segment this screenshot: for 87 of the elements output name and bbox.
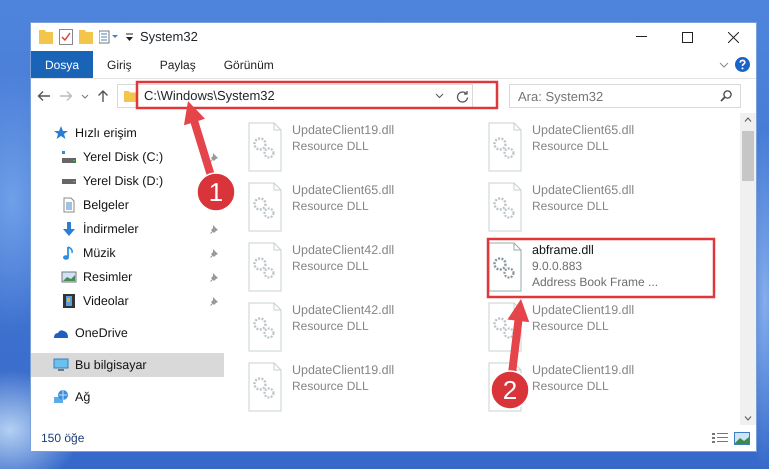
- scroll-down-icon[interactable]: [744, 416, 752, 421]
- maximize-icon: [682, 32, 692, 42]
- customize-icon[interactable]: [99, 30, 119, 44]
- search-field[interactable]: Ara: System32: [509, 84, 741, 108]
- file-name[interactable]: UpdateClient65.dll: [532, 122, 634, 138]
- pin-icon[interactable]: [210, 272, 220, 282]
- file-detail: Resource DLL: [292, 138, 370, 154]
- pin-icon[interactable]: [210, 224, 220, 234]
- file-name[interactable]: UpdateClient19.dll: [532, 362, 634, 378]
- toolbar-menu-icon[interactable]: [125, 32, 134, 42]
- dll-file-icon: [486, 122, 524, 172]
- item-count: 150 öğe: [41, 430, 84, 447]
- pin-icon[interactable]: [210, 248, 220, 258]
- download-icon: [61, 221, 77, 237]
- sidebar-item[interactable]: Videolar: [61, 289, 129, 313]
- pin-icon[interactable]: [210, 296, 220, 306]
- large-icons-view-icon[interactable]: [734, 432, 750, 444]
- address-field[interactable]: C:\Windows\System32: [117, 84, 473, 108]
- file-name[interactable]: UpdateClient42.dll: [292, 302, 394, 318]
- scrollbar[interactable]: [740, 113, 756, 425]
- file-name[interactable]: UpdateClient65.dll: [292, 182, 394, 198]
- dll-file-icon: [246, 122, 284, 172]
- star-icon: [53, 125, 69, 141]
- file-detail: Resource DLL: [292, 318, 370, 334]
- file-name[interactable]: UpdateClient19.dll: [292, 362, 394, 378]
- ribbon-tab[interactable]: Dosya: [31, 51, 94, 78]
- dll-file-icon: [246, 182, 284, 232]
- up-icon[interactable]: [97, 89, 109, 103]
- file-name[interactable]: abframe.dll: [532, 242, 658, 258]
- pin-icon[interactable]: [210, 152, 220, 162]
- file-detail: Address Book Frame ...: [532, 274, 658, 290]
- file-name[interactable]: UpdateClient19.dll: [292, 122, 394, 138]
- scroll-thumb[interactable]: [742, 131, 754, 181]
- network-icon: [53, 389, 69, 405]
- back-icon[interactable]: [37, 90, 51, 102]
- file-detail: Resource DLL: [292, 378, 370, 394]
- drive-icon: [61, 178, 77, 184]
- file-name[interactable]: UpdateClient65.dll: [532, 182, 634, 198]
- ribbon-tab[interactable]: Görünüm: [210, 51, 288, 78]
- minimize-icon: [636, 36, 646, 38]
- file-detail: Resource DLL: [292, 198, 370, 214]
- help-icon[interactable]: [735, 57, 750, 72]
- expand-ribbon-icon[interactable]: [719, 62, 729, 68]
- sidebar-item[interactable]: Yerel Disk (D:): [61, 169, 164, 193]
- sidebar-item[interactable]: Müzik: [61, 241, 116, 265]
- sidebar-item[interactable]: Hızlı erişim: [53, 121, 137, 145]
- recent-locations-icon[interactable]: [81, 94, 89, 98]
- file-detail: Resource DLL: [532, 138, 610, 154]
- sidebar-item[interactable]: Ağ: [53, 385, 90, 409]
- file-detail: Resource DLL: [292, 258, 370, 274]
- step-marker: [490, 370, 530, 410]
- sidebar-item[interactable]: İndirmeler: [61, 217, 139, 241]
- dll-file-icon: [246, 302, 284, 352]
- dll-file-icon: [486, 182, 524, 232]
- step-marker: [196, 172, 236, 212]
- details-view-icon[interactable]: [712, 432, 728, 444]
- file-detail: Resource DLL: [532, 318, 610, 334]
- file-detail: 9.0.0.883: [532, 258, 584, 274]
- document-icon: [61, 197, 77, 213]
- address-path: C:\Windows\System32: [144, 87, 275, 106]
- image-icon: [61, 269, 77, 285]
- dll-file-icon: [246, 362, 284, 412]
- file-name[interactable]: UpdateClient19.dll: [532, 302, 634, 318]
- ribbon-tab[interactable]: Paylaş: [146, 51, 210, 78]
- sidebar-item[interactable]: Yerel Disk (C:): [61, 145, 164, 169]
- scroll-up-icon[interactable]: [744, 117, 752, 122]
- monitor-icon: [53, 357, 69, 373]
- sidebar-item[interactable]: Bu bilgisayar: [31, 353, 224, 377]
- file-detail: Resource DLL: [532, 198, 610, 214]
- refresh-icon[interactable]: [456, 90, 469, 102]
- sidebar-item[interactable]: Resimler: [61, 265, 132, 289]
- folder-icon: [39, 29, 53, 45]
- ribbon-tab[interactable]: Giriş: [93, 51, 146, 78]
- step-number: 2: [502, 375, 518, 405]
- file-name[interactable]: UpdateClient42.dll: [292, 242, 394, 258]
- sidebar-item[interactable]: OneDrive: [53, 321, 128, 345]
- dll-file-icon: [246, 242, 284, 292]
- step-number: 1: [208, 177, 224, 207]
- window-title: System32: [140, 28, 198, 46]
- file-detail: Resource DLL: [532, 378, 610, 394]
- sidebar-item[interactable]: Belgeler: [61, 193, 129, 217]
- dropdown-icon[interactable]: [435, 93, 444, 99]
- search-icon: [720, 90, 732, 102]
- film-icon: [61, 293, 77, 309]
- drive-icon: [61, 149, 77, 165]
- properties-icon[interactable]: [59, 29, 73, 45]
- close-icon: [728, 32, 738, 42]
